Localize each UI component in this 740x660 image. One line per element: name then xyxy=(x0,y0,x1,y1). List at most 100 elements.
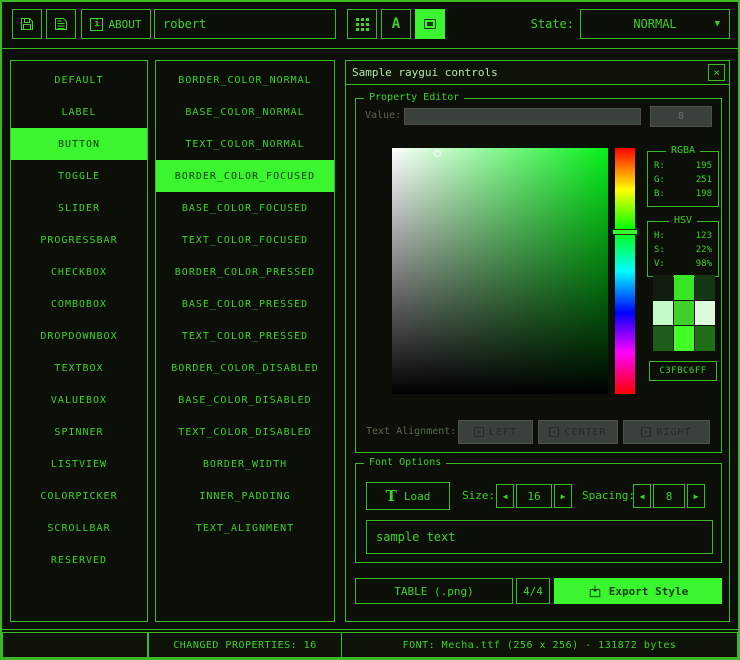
palette-cell[interactable] xyxy=(695,275,715,300)
properties-list-item[interactable]: TEXT_COLOR_NORMAL xyxy=(156,128,334,160)
hsv-row-v: V: 98% xyxy=(648,257,718,271)
properties-list-item[interactable]: BORDER_COLOR_DISABLED xyxy=(156,352,334,384)
font-t-icon: T xyxy=(386,487,397,505)
controls-list-item[interactable]: CHECKBOX xyxy=(11,256,147,288)
align-right-icon xyxy=(641,427,651,437)
properties-list-item[interactable]: BASE_COLOR_FOCUSED xyxy=(156,192,334,224)
color-picker-cursor[interactable] xyxy=(434,150,441,157)
properties-list-item[interactable]: BORDER_COLOR_PRESSED xyxy=(156,256,334,288)
spacing-value[interactable]: 8 xyxy=(653,484,685,508)
properties-list-item[interactable]: BASE_COLOR_PRESSED xyxy=(156,288,334,320)
export-format-dropdown[interactable]: TABLE (.png) xyxy=(355,578,513,604)
close-button[interactable]: × xyxy=(708,64,725,81)
status-font-info: FONT: Mecha.ttf (256 x 256) - 131872 byt… xyxy=(341,632,738,658)
sample-window-titlebar: Sample raygui controls × xyxy=(346,61,729,85)
color-picker-panel[interactable] xyxy=(392,148,608,394)
grid-view-button[interactable] xyxy=(347,9,377,39)
properties-list-item[interactable]: BORDER_COLOR_NORMAL xyxy=(156,64,334,96)
properties-list-item[interactable]: BASE_COLOR_DISABLED xyxy=(156,384,334,416)
controls-list-item-selected[interactable]: BUTTON xyxy=(11,128,147,160)
controls-list-item[interactable]: SPINNER xyxy=(11,416,147,448)
controls-list-item[interactable]: LABEL xyxy=(11,96,147,128)
value-slider[interactable] xyxy=(404,108,641,125)
export-icon xyxy=(588,584,602,598)
rgba-row-r: R: 195 xyxy=(648,159,718,173)
left-arrow-icon: ◀ xyxy=(503,492,508,501)
grid-icon xyxy=(355,17,370,32)
controls-list-item[interactable]: VALUEBOX xyxy=(11,384,147,416)
controls-list-item[interactable]: COMBOBOX xyxy=(11,288,147,320)
palette-cell[interactable] xyxy=(653,275,673,300)
font-atlas-toggle-button[interactable] xyxy=(415,9,445,39)
align-left-button[interactable]: LEFT xyxy=(458,420,533,444)
palette-cell[interactable] xyxy=(674,275,694,300)
controls-list-item[interactable]: COLORPICKER xyxy=(11,480,147,512)
rgba-group-label: RGBA xyxy=(666,145,700,156)
properties-list-item[interactable]: TEXT_COLOR_FOCUSED xyxy=(156,224,334,256)
rgba-group: RGBA R: 195 G: 251 B: 198 xyxy=(647,151,719,207)
size-decrement-button[interactable]: ◀ xyxy=(496,484,514,508)
palette-cell[interactable] xyxy=(674,326,694,351)
properties-list-item[interactable]: BORDER_WIDTH xyxy=(156,448,334,480)
spacing-label: Spacing: xyxy=(582,482,635,510)
value-spinner[interactable]: 8 xyxy=(650,106,712,127)
controls-list-item[interactable]: TOGGLE xyxy=(11,160,147,192)
controls-list-item[interactable]: SLIDER xyxy=(11,192,147,224)
align-center-icon xyxy=(549,427,559,437)
spacing-decrement-button[interactable]: ◀ xyxy=(633,484,651,508)
status-changed-properties: CHANGED PROPERTIES: 16 xyxy=(148,632,342,658)
hex-color-input[interactable]: C3FBC6FF xyxy=(649,361,717,381)
hsv-group-label: HSV xyxy=(669,215,697,226)
palette-cell[interactable] xyxy=(674,301,694,326)
spacing-increment-button[interactable]: ▶ xyxy=(687,484,705,508)
properties-list-item-selected[interactable]: BORDER_COLOR_FOCUSED xyxy=(156,160,334,192)
palette-cell[interactable] xyxy=(653,301,673,326)
controls-list-item[interactable]: PROGRESSBAR xyxy=(11,224,147,256)
state-dropdown[interactable]: NORMAL ▼ xyxy=(580,9,730,39)
properties-list-item[interactable]: TEXT_ALIGNMENT xyxy=(156,512,334,544)
style-name-input[interactable] xyxy=(154,9,336,39)
about-button[interactable]: i ABOUT xyxy=(81,9,151,39)
controls-list: DEFAULT LABEL BUTTON TOGGLE SLIDER PROGR… xyxy=(10,60,148,622)
hsv-row-h: H: 123 xyxy=(648,229,718,243)
properties-list-item[interactable]: TEXT_COLOR_PRESSED xyxy=(156,320,334,352)
export-format-counter[interactable]: 4/4 xyxy=(516,578,550,604)
controls-list-item[interactable]: RESERVED xyxy=(11,544,147,576)
font-button[interactable]: A xyxy=(381,9,411,39)
value-label: Value: xyxy=(365,107,401,125)
size-value[interactable]: 16 xyxy=(516,484,552,508)
controls-list-item[interactable]: TEXTBOX xyxy=(11,352,147,384)
hsv-v-value: 98% xyxy=(696,257,712,271)
letter-a-icon: A xyxy=(392,16,400,32)
font-options-group-label: Font Options xyxy=(364,457,446,468)
palette-cell[interactable] xyxy=(695,326,715,351)
property-editor-group: Property Editor Value: 8 RGBA R: 195 G: xyxy=(355,98,722,453)
controls-list-item[interactable]: DROPDOWNBOX xyxy=(11,320,147,352)
export-style-button[interactable]: Export Style xyxy=(554,578,722,604)
hue-slider[interactable] xyxy=(615,148,635,394)
hsv-h-value: 123 xyxy=(696,229,712,243)
floppy-save-icon xyxy=(19,16,35,32)
sample-text-input[interactable] xyxy=(366,520,713,554)
properties-list-item[interactable]: INNER_PADDING xyxy=(156,480,334,512)
align-center-button[interactable]: CENTER xyxy=(538,420,618,444)
align-left-icon xyxy=(474,427,484,437)
palette-cell[interactable] xyxy=(695,301,715,326)
align-right-button[interactable]: RIGHT xyxy=(623,420,710,444)
controls-list-item[interactable]: SCROLLBAR xyxy=(11,512,147,544)
rgba-row-b: B: 198 xyxy=(648,187,718,201)
save-style-button[interactable] xyxy=(12,9,42,39)
statusbar-divider xyxy=(2,629,738,630)
size-increment-button[interactable]: ▶ xyxy=(554,484,572,508)
font-load-label: Load xyxy=(404,490,431,503)
hue-slider-handle[interactable] xyxy=(612,229,638,235)
properties-list-item[interactable]: BASE_COLOR_NORMAL xyxy=(156,96,334,128)
sample-controls-window: Sample raygui controls × Property Editor… xyxy=(345,60,730,622)
export-file-button[interactable] xyxy=(46,9,76,39)
controls-list-item[interactable]: LISTVIEW xyxy=(11,448,147,480)
export-style-label: Export Style xyxy=(609,585,688,598)
controls-list-item[interactable]: DEFAULT xyxy=(11,64,147,96)
palette-cell[interactable] xyxy=(653,326,673,351)
font-load-button[interactable]: T Load xyxy=(366,482,450,510)
properties-list-item[interactable]: TEXT_COLOR_DISABLED xyxy=(156,416,334,448)
